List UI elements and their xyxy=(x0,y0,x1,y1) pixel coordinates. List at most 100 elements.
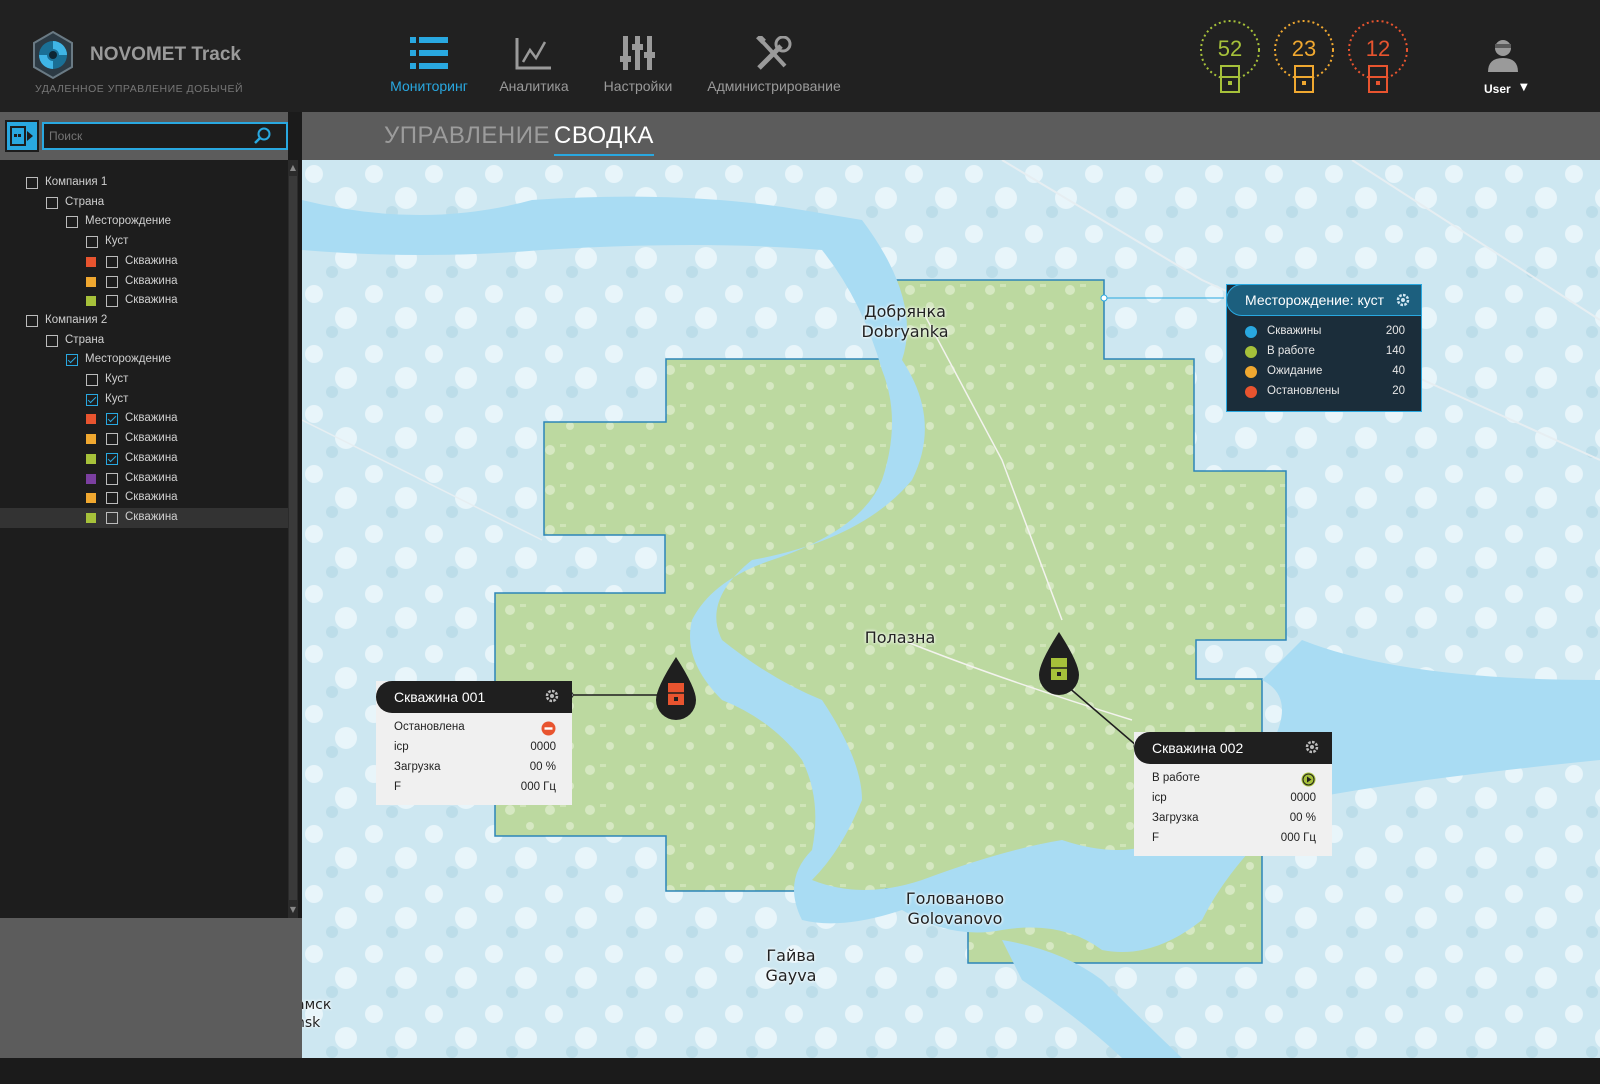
gear-icon[interactable] xyxy=(1304,739,1320,755)
tree-item[interactable]: Страна xyxy=(0,331,288,351)
well-status-text: Остановлена xyxy=(394,721,465,733)
well-param-row: F 000 Гц xyxy=(394,781,556,799)
well-status-row: Остановлена xyxy=(394,721,556,739)
tree-item-checkbox[interactable] xyxy=(106,255,118,268)
tree-item-label: Компания 1 xyxy=(45,176,108,188)
tree-item-checkbox[interactable] xyxy=(106,511,118,524)
tree-item[interactable]: Месторождение xyxy=(0,350,288,370)
tree-item-label: Куст xyxy=(105,235,129,248)
tree-item-checkbox[interactable] xyxy=(106,295,118,308)
user-menu[interactable]: User ▼ xyxy=(1480,38,1550,102)
nav-analytics[interactable]: Аналитика xyxy=(496,36,572,100)
tree-item-label: Скважина xyxy=(125,451,178,464)
well-param-value: 000 Гц xyxy=(520,781,556,793)
well-param-row: icp 0000 xyxy=(1152,792,1316,810)
tree-item-checkbox[interactable] xyxy=(86,236,98,249)
search-input[interactable] xyxy=(49,127,249,145)
novomet-logo-icon xyxy=(33,30,73,80)
search-icon[interactable] xyxy=(254,127,272,145)
nav-administration-label: Администрирование xyxy=(707,78,841,94)
place-golovanovo-label: Голованово Golovanovo xyxy=(905,889,1005,928)
well-param-value: 00 % xyxy=(1289,812,1316,824)
gear-icon[interactable] xyxy=(544,688,560,704)
well-card-002[interactable]: Скважина 002 В работе icp 0000 Загрузка … xyxy=(1134,732,1332,856)
logo[interactable]: NOVOMET Track УДАЛЕННОЕ УПРАВЛЕНИЕ ДОБЫЧ… xyxy=(28,30,268,100)
place-perm: амск nsk xyxy=(302,996,346,1032)
counter-stopped[interactable]: 12 xyxy=(1346,18,1410,98)
scroll-thumb[interactable] xyxy=(289,176,297,900)
tree-item-checkbox[interactable] xyxy=(106,472,118,485)
counter-working[interactable]: 52 xyxy=(1198,18,1262,98)
tools-icon xyxy=(756,36,792,70)
tree-item-checkbox[interactable] xyxy=(106,433,118,446)
tree-toggle-button[interactable] xyxy=(5,120,39,152)
tree-item-checkbox[interactable] xyxy=(106,492,118,505)
tree-item-checkbox[interactable] xyxy=(106,452,118,465)
tree-item[interactable]: Месторождение xyxy=(0,212,288,232)
chevron-down-icon[interactable]: ▼ xyxy=(1520,82,1528,93)
place-perm-label: амск nsk xyxy=(302,997,332,1031)
nav-settings[interactable]: Настройки xyxy=(600,36,676,100)
well-param-row: Загрузка 00 % xyxy=(1152,812,1316,830)
object-tree: Компания 1 Страна Месторождение Куст Скважин… xyxy=(0,160,288,918)
well-card-001-header[interactable]: Скважина 001 xyxy=(376,681,572,713)
field-summary-header[interactable]: Месторождение: куст xyxy=(1226,284,1422,316)
tree-item-label: Скважина xyxy=(125,510,178,523)
counter-stopped-value: 12 xyxy=(1365,36,1391,61)
tree-item[interactable]: Куст xyxy=(0,232,288,252)
nav-monitoring[interactable]: Мониторинг xyxy=(388,36,470,100)
field-summary-card[interactable]: Месторождение: куст Скважины 200 В работ… xyxy=(1226,284,1422,412)
tree-item-checkbox[interactable] xyxy=(66,354,78,367)
well-param-label: icp xyxy=(394,741,409,753)
well-card-001[interactable]: Скважина 001 Остановлена icp 0000 Загруз… xyxy=(376,681,572,805)
nav-analytics-label: Аналитика xyxy=(499,78,569,94)
user-avatar-icon xyxy=(1488,40,1518,72)
tree-item[interactable]: Скважина xyxy=(0,507,288,528)
tree-item-checkbox[interactable] xyxy=(106,413,118,426)
tree-item[interactable]: Компания 2 xyxy=(0,311,288,331)
tree-item-checkbox[interactable] xyxy=(86,374,98,386)
tree-item-checkbox[interactable] xyxy=(46,196,58,209)
field-row-label: Ожидание xyxy=(1267,365,1323,377)
tree-item[interactable]: Скважина xyxy=(0,252,288,272)
scroll-up-icon[interactable]: ▲ xyxy=(288,162,298,174)
tree-item[interactable]: Куст xyxy=(0,390,288,410)
field-row-wells: Скважины 200 xyxy=(1245,325,1405,343)
status-bar xyxy=(0,1058,1600,1084)
tree-item[interactable]: Скважина xyxy=(0,449,288,469)
search-field[interactable] xyxy=(42,122,288,150)
folder-tree-icon xyxy=(10,126,33,146)
play-status-icon xyxy=(1301,772,1316,787)
tree-item-checkbox[interactable] xyxy=(46,334,58,347)
tree-item[interactable]: Скважина xyxy=(0,469,288,489)
tree-scrollbar[interactable]: ▲ ▼ xyxy=(288,160,298,918)
tree-item-checkbox[interactable] xyxy=(86,393,98,406)
tab-summary[interactable]: СВОДКА xyxy=(554,122,654,156)
tree-item[interactable]: Скважина xyxy=(0,488,288,508)
nav-administration[interactable]: Администрирование xyxy=(704,36,844,100)
tree-item-checkbox[interactable] xyxy=(106,275,118,288)
scroll-down-icon[interactable]: ▼ xyxy=(288,904,298,916)
tree-item[interactable]: Компания 1 xyxy=(0,173,288,193)
tree-item-checkbox[interactable] xyxy=(26,177,38,189)
tree-item[interactable]: Скважина xyxy=(0,272,288,292)
tree-item-checkbox[interactable] xyxy=(26,314,38,327)
tree-item[interactable]: Куст xyxy=(0,370,288,390)
well-card-002-header[interactable]: Скважина 002 xyxy=(1134,732,1332,764)
tab-management[interactable]: УПРАВЛЕНИЕ xyxy=(384,122,550,154)
place-golovanovo: Голованово Golovanovo xyxy=(900,889,1010,929)
well-param-value: 0000 xyxy=(530,741,556,753)
stop-status-icon xyxy=(541,721,556,736)
tree-item[interactable]: Скважина xyxy=(0,429,288,449)
tree-item[interactable]: Скважина xyxy=(0,409,288,429)
well-color-swatch xyxy=(86,453,96,464)
tree-item-checkbox[interactable] xyxy=(66,216,78,229)
sliders-icon xyxy=(620,36,655,70)
tree-item-label: Куст xyxy=(105,392,129,405)
tree-item[interactable]: Страна xyxy=(0,193,288,213)
tree-item[interactable]: Скважина xyxy=(0,291,288,311)
map-view[interactable]: Добрянка Dobryanka Полазна Голованово Go… xyxy=(302,160,1600,1058)
counter-waiting[interactable]: 23 xyxy=(1272,18,1336,98)
gear-icon[interactable] xyxy=(1395,292,1411,308)
field-summary-title: Месторождение: куст xyxy=(1245,292,1385,308)
